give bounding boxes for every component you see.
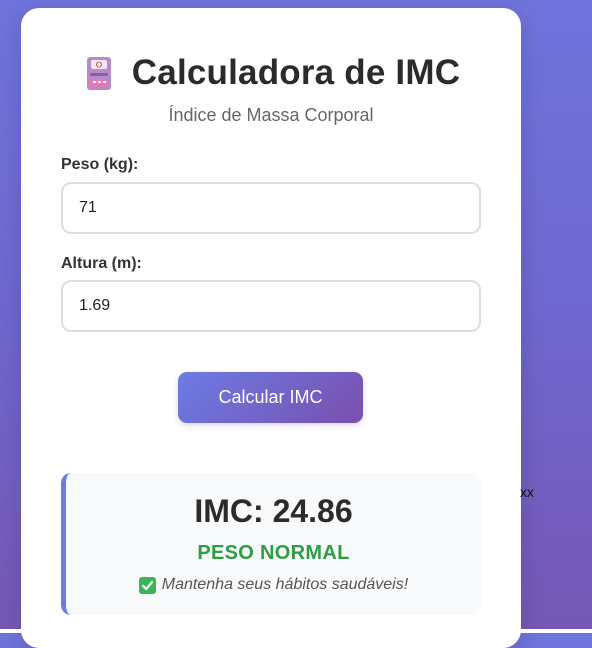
advice-row: Mantenha seus hábitos saudáveis! (66, 576, 481, 594)
imc-value: IMC: 24.86 (194, 493, 353, 529)
imc-category: PESO NORMAL (197, 542, 350, 564)
medical-clipboard-icon (82, 54, 116, 92)
page-title: Calculadora de IMC (131, 53, 461, 92)
height-label: Altura (m): (61, 255, 142, 272)
stray-text: xx (520, 484, 534, 500)
page-subtitle: Índice de Massa Corporal (168, 105, 374, 125)
check-mark-icon (138, 576, 156, 594)
bottom-strip (0, 629, 592, 633)
advice-text: Mantenha seus hábitos saudáveis! (161, 576, 409, 593)
weight-label: Peso (kg): (61, 156, 139, 173)
calculator-card: Calculadora de IMC Índice de Massa Corpo… (21, 8, 521, 648)
result-panel: IMC: 24.86 PESO NORMAL Mantenha seus háb… (61, 473, 481, 615)
height-input[interactable] (61, 280, 481, 332)
weight-input[interactable] (61, 182, 481, 234)
calculate-button[interactable]: Calcular IMC (178, 372, 363, 423)
header: Calculadora de IMC (21, 53, 521, 93)
